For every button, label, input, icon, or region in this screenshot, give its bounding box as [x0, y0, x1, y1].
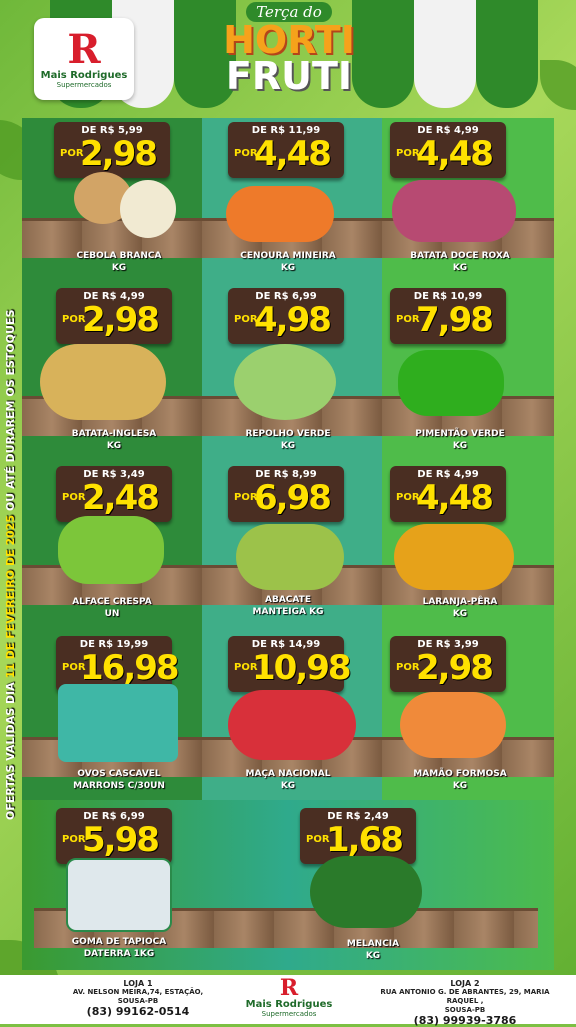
carrot-image: [226, 186, 334, 242]
watermelon-image: [310, 856, 422, 928]
product-label: BATATA DOCE ROXA KG: [410, 251, 510, 273]
offer-price: 4,48: [254, 134, 332, 174]
price-tag: DE R$ 11,99 POR 4,48: [228, 122, 344, 178]
product-label: ABACATE MANTEIGA KG: [252, 595, 324, 617]
store-1-address: AV. NELSON MEIRA,74, ESTAÇÃO,: [72, 988, 204, 996]
product-label: REPOLHO VERDE KG: [245, 429, 331, 451]
product-label: PIMENTÃO VERDE KG: [415, 429, 505, 451]
product-label: CEBOLA BRANCA KG: [76, 251, 162, 273]
price-tag: DE R$ 4,99 POR 4,48: [390, 122, 506, 178]
offer-price: 10,98: [252, 648, 352, 688]
store-1-info: LOJA 1 AV. NELSON MEIRA,74, ESTAÇÃO, SOU…: [56, 979, 220, 1017]
papaya-image: [400, 692, 506, 758]
cabbage-image: [234, 344, 336, 420]
product-label: MAÇA NACIONAL KG: [245, 769, 331, 791]
footer-logo-sub: Supermercados: [261, 1010, 317, 1018]
price-tag: DE R$ 3,49 POR 2,48: [56, 466, 172, 522]
price-tag: DE R$ 6,99 POR 5,98: [56, 808, 172, 864]
offer-price: 2,98: [416, 648, 494, 688]
store-1-name: LOJA 1: [123, 979, 153, 988]
product-label: GOMA DE TAPIOCA DATERRA 1KG: [71, 937, 167, 959]
offer-price: 4,48: [416, 478, 494, 518]
product-label: BATATA-INGLESA KG: [71, 429, 157, 451]
product-label: CENOURA MINEIRA KG: [240, 251, 336, 273]
product-label: ALFACE CRESPA UN: [72, 597, 152, 619]
pepper-image: [398, 350, 504, 416]
offer-price: 1,68: [326, 820, 404, 860]
footer-logo-name: Mais Rodrigues: [245, 999, 333, 1010]
offer-price: 2,48: [82, 478, 160, 518]
potato-image: [40, 344, 166, 420]
offer-price: 4,98: [254, 300, 332, 340]
title-line2: FRUTI: [225, 54, 353, 98]
title-line1: HORTI: [223, 18, 355, 62]
store-1-phone[interactable]: (83) 99162-0514: [56, 1006, 220, 1017]
price-tag: DE R$ 8,99 POR 6,98: [228, 466, 344, 522]
offer-price: 2,98: [80, 134, 158, 174]
tapioca-bag-image: [66, 858, 172, 932]
logo-mark-icon: R: [279, 975, 299, 1001]
offer-price: 2,98: [82, 300, 160, 340]
store-2-address: RUA ANTONIO G. DE ABRANTES, 29, MARIA RA…: [380, 988, 550, 1005]
avocado-image: [236, 524, 344, 590]
brand-logo: R Mais Rodrigues Supermercados: [34, 18, 134, 100]
logo-mark-icon: R: [67, 25, 101, 73]
price-tag: DE R$ 4,99 POR 4,48: [390, 466, 506, 522]
footer-logo: R Mais Rodrigues Supermercados: [222, 977, 356, 1021]
store-2-name: LOJA 2: [450, 979, 480, 988]
offer-price: 7,98: [416, 300, 494, 340]
offer-price: 4,48: [416, 134, 494, 174]
product-label: OVOS CASCAVEL MARRONS C/30UN: [73, 769, 165, 791]
logo-name: Mais Rodrigues: [40, 69, 128, 81]
price-tag: DE R$ 4,99 POR 2,98: [56, 288, 172, 344]
lettuce-image: [58, 516, 164, 584]
price-tag: DE R$ 6,99 POR 4,98: [228, 288, 344, 344]
offer-price: 16,98: [80, 648, 180, 688]
orange-image: [394, 524, 514, 590]
apple-image: [228, 690, 356, 760]
offer-price: 6,98: [254, 478, 332, 518]
logo-sub: Supermercados: [56, 80, 112, 89]
product-label: MAMÃO FORMOSA KG: [413, 769, 507, 791]
egg-tray-image: [58, 684, 178, 762]
price-tag: DE R$ 5,99 POR 2,98: [54, 122, 170, 178]
promo-title: Terça do HORTI FRUTI: [214, 2, 364, 114]
product-label: LARANJA-PÊRA KG: [422, 597, 498, 619]
product-label: MELANCIA KG: [346, 939, 400, 961]
price-tag: DE R$ 10,99 POR 7,98: [390, 288, 506, 344]
store-2-info: LOJA 2 RUA ANTONIO G. DE ABRANTES, 29, M…: [370, 979, 560, 1026]
onion-image: [120, 180, 176, 238]
validity-notice: OFERTAS VALIDAS DIA 11 DE FEVEREIRO DE 2…: [4, 309, 17, 821]
sweet-potato-image: [392, 180, 516, 242]
offer-price: 5,98: [82, 820, 160, 860]
price-tag: DE R$ 3,99 POR 2,98: [390, 636, 506, 692]
footer: LOJA 1 AV. NELSON MEIRA,74, ESTAÇÃO, SOU…: [0, 975, 576, 1026]
price-tag: DE R$ 14,99 POR 10,98: [228, 636, 352, 692]
